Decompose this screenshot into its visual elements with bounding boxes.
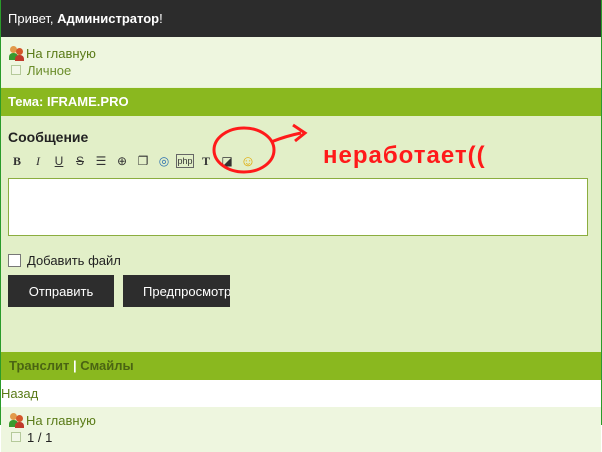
- topic-title: Тема: IFRAME.PRO: [1, 88, 601, 116]
- reply-form: Сообщение B I U S ☰ ⊕ ❐ ◎ php T ◪ ☺ Добавить файл О…: [1, 116, 601, 352]
- strike-button[interactable]: S: [71, 152, 89, 170]
- form-buttons: Отправить Предпросмотр: [8, 275, 594, 307]
- bullet-icon: [11, 65, 21, 75]
- translit-bar: Транслит | Смайлы: [1, 352, 601, 380]
- link-button[interactable]: ◎: [155, 152, 173, 170]
- list-button[interactable]: ☰: [92, 152, 110, 170]
- page-counter: 1 / 1: [27, 429, 53, 445]
- annotation-text: неработает((: [323, 142, 486, 169]
- users-icon: [9, 45, 26, 61]
- text-color-button[interactable]: T: [197, 152, 215, 170]
- nav-home-row[interactable]: На главную: [9, 45, 601, 61]
- footer-nav: На главную 1 / 1: [1, 407, 601, 452]
- editor-toolbar: B I U S ☰ ⊕ ❐ ◎ php T ◪ ☺: [8, 151, 594, 171]
- spoiler-button[interactable]: ⊕: [113, 152, 131, 170]
- nav-personal-row[interactable]: Личное: [9, 62, 601, 78]
- personal-link[interactable]: Личное: [27, 63, 71, 78]
- greeting-suffix: !: [159, 11, 163, 26]
- footer-home-link[interactable]: На главную: [26, 413, 96, 428]
- attach-file-label: Добавить файл: [27, 252, 121, 268]
- message-textarea[interactable]: [8, 178, 588, 236]
- attach-file-checkbox[interactable]: [8, 253, 21, 267]
- separator: |: [72, 358, 77, 373]
- bullet-icon: [11, 432, 21, 442]
- smiley-button[interactable]: ☺: [239, 152, 257, 170]
- background-color-button[interactable]: ◪: [218, 152, 236, 170]
- message-label: Сообщение: [8, 129, 89, 145]
- send-button[interactable]: Отправить: [8, 275, 114, 307]
- users-icon: [9, 412, 26, 428]
- home-link[interactable]: На главную: [26, 46, 96, 61]
- underline-button[interactable]: U: [50, 152, 68, 170]
- smiles-link[interactable]: Смайлы: [80, 358, 133, 373]
- bold-button[interactable]: B: [8, 152, 26, 170]
- italic-button[interactable]: I: [29, 152, 47, 170]
- top-bar: Привет, Администратор!: [1, 0, 601, 37]
- footer-home-row[interactable]: На главную: [9, 412, 601, 428]
- translit-link[interactable]: Транслит: [9, 358, 69, 373]
- back-link[interactable]: Назад: [1, 380, 601, 407]
- attach-file-row[interactable]: Добавить файл: [8, 251, 594, 269]
- copy-button[interactable]: ❐: [134, 152, 152, 170]
- nav-box: На главную Личное: [1, 37, 601, 87]
- preview-button[interactable]: Предпросмотр: [123, 275, 230, 307]
- user-name: Администратор: [57, 11, 160, 26]
- greeting-text: Привет,: [8, 11, 58, 26]
- page-frame: Привет, Администратор! На главную Личное…: [0, 0, 602, 452]
- php-button[interactable]: php: [176, 154, 194, 168]
- pagination-row: 1 / 1: [9, 429, 601, 445]
